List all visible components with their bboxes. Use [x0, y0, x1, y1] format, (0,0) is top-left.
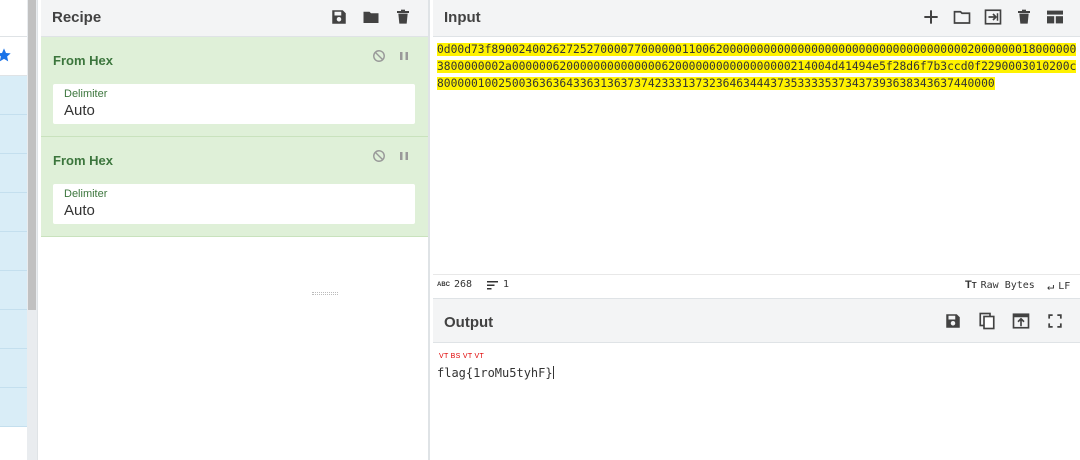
operations-search-area	[0, 0, 27, 37]
operation-name: From Hex	[53, 53, 113, 68]
cyberchef-window: Recipe From Hex Delimiter Auto From Hex …	[0, 0, 1080, 460]
control-characters: VT BS VT VT	[439, 353, 485, 360]
operations-list	[0, 76, 27, 427]
operations-panel	[0, 0, 27, 460]
input-textarea[interactable]: 0d00d73f89002400262725270000770000001100…	[437, 41, 1080, 92]
list-item[interactable]	[0, 271, 27, 310]
clear-input-icon[interactable]	[1013, 6, 1035, 28]
recipe-panel: Recipe From Hex Delimiter Auto From Hex …	[41, 0, 429, 460]
input-title: Input	[444, 9, 481, 26]
text-caret	[552, 366, 554, 379]
input-panel: Input 0d00d73f89002400262725270000770000…	[433, 0, 1080, 296]
eol-toggle[interactable]: ↵ LF	[1047, 279, 1070, 293]
recipe-operation-from-hex-1[interactable]: From Hex Delimiter Auto	[41, 37, 428, 137]
recipe-title: Recipe	[52, 9, 102, 26]
save-icon[interactable]	[328, 6, 350, 28]
recipe-operation-from-hex-2[interactable]: From Hex Delimiter Auto	[41, 137, 428, 237]
delimiter-value[interactable]: Auto	[64, 102, 95, 119]
text-format-icon: TT	[965, 279, 977, 291]
folder-icon[interactable]	[360, 6, 382, 28]
length-icon: ABC	[437, 281, 450, 288]
operations-scrollbar[interactable]	[27, 0, 37, 460]
open-file-icon[interactable]	[982, 6, 1004, 28]
return-icon: ↵	[1047, 279, 1055, 293]
input-status-bar: ABC 268 1 TT Raw Bytes ↵ LF	[433, 274, 1080, 296]
pause-icon[interactable]	[398, 149, 410, 163]
save-output-icon[interactable]	[942, 310, 964, 332]
output-title: Output	[444, 314, 494, 331]
list-item[interactable]	[0, 310, 27, 349]
list-item[interactable]	[0, 76, 27, 115]
output-panel: Output VT BS VT VT flag{1roMu5tyhF}	[433, 298, 1080, 460]
delimiter-value[interactable]: Auto	[64, 202, 95, 219]
eol-label: LF	[1058, 280, 1071, 292]
input-length: 268	[454, 279, 473, 290]
list-item[interactable]	[0, 115, 27, 154]
delimiter-label: Delimiter	[64, 88, 108, 100]
list-item[interactable]	[0, 349, 27, 388]
maximise-icon[interactable]	[1044, 310, 1066, 332]
operation-name: From Hex	[53, 153, 113, 168]
copy-icon[interactable]	[976, 310, 998, 332]
io-resize-grip[interactable]	[312, 292, 338, 295]
recipe-header: Recipe	[41, 0, 428, 37]
disable-icon[interactable]	[372, 49, 386, 63]
trash-icon[interactable]	[392, 6, 414, 28]
list-item[interactable]	[0, 193, 27, 232]
favourites-category[interactable]	[0, 37, 27, 76]
star-icon	[0, 48, 11, 62]
delimiter-field[interactable]: Delimiter Auto	[53, 84, 415, 124]
list-item[interactable]	[0, 388, 27, 427]
delimiter-label: Delimiter	[64, 188, 108, 200]
output-header: Output	[433, 299, 1080, 343]
scrollbar-thumb[interactable]	[28, 0, 36, 310]
raw-bytes-toggle[interactable]: TT Raw Bytes	[965, 279, 1035, 291]
list-item[interactable]	[0, 232, 27, 271]
output-text: flag{1roMu5tyhF}	[437, 366, 553, 380]
input-lines: 1	[503, 279, 510, 290]
output-textarea[interactable]: flag{1roMu5tyhF}	[437, 366, 554, 380]
add-tab-icon[interactable]	[920, 6, 942, 28]
input-text-highlight: 0d00d73f89002400262725270000770000001100…	[437, 43, 1077, 90]
input-header: Input	[433, 0, 1080, 37]
pause-icon[interactable]	[398, 49, 410, 63]
list-item[interactable]	[0, 154, 27, 193]
replace-input-icon[interactable]	[1010, 310, 1032, 332]
delimiter-field[interactable]: Delimiter Auto	[53, 184, 415, 224]
layout-icon[interactable]	[1044, 6, 1066, 28]
disable-icon[interactable]	[372, 149, 386, 163]
encoding-label: Raw Bytes	[980, 279, 1035, 291]
open-folder-icon[interactable]	[951, 6, 973, 28]
lines-icon	[487, 280, 498, 289]
